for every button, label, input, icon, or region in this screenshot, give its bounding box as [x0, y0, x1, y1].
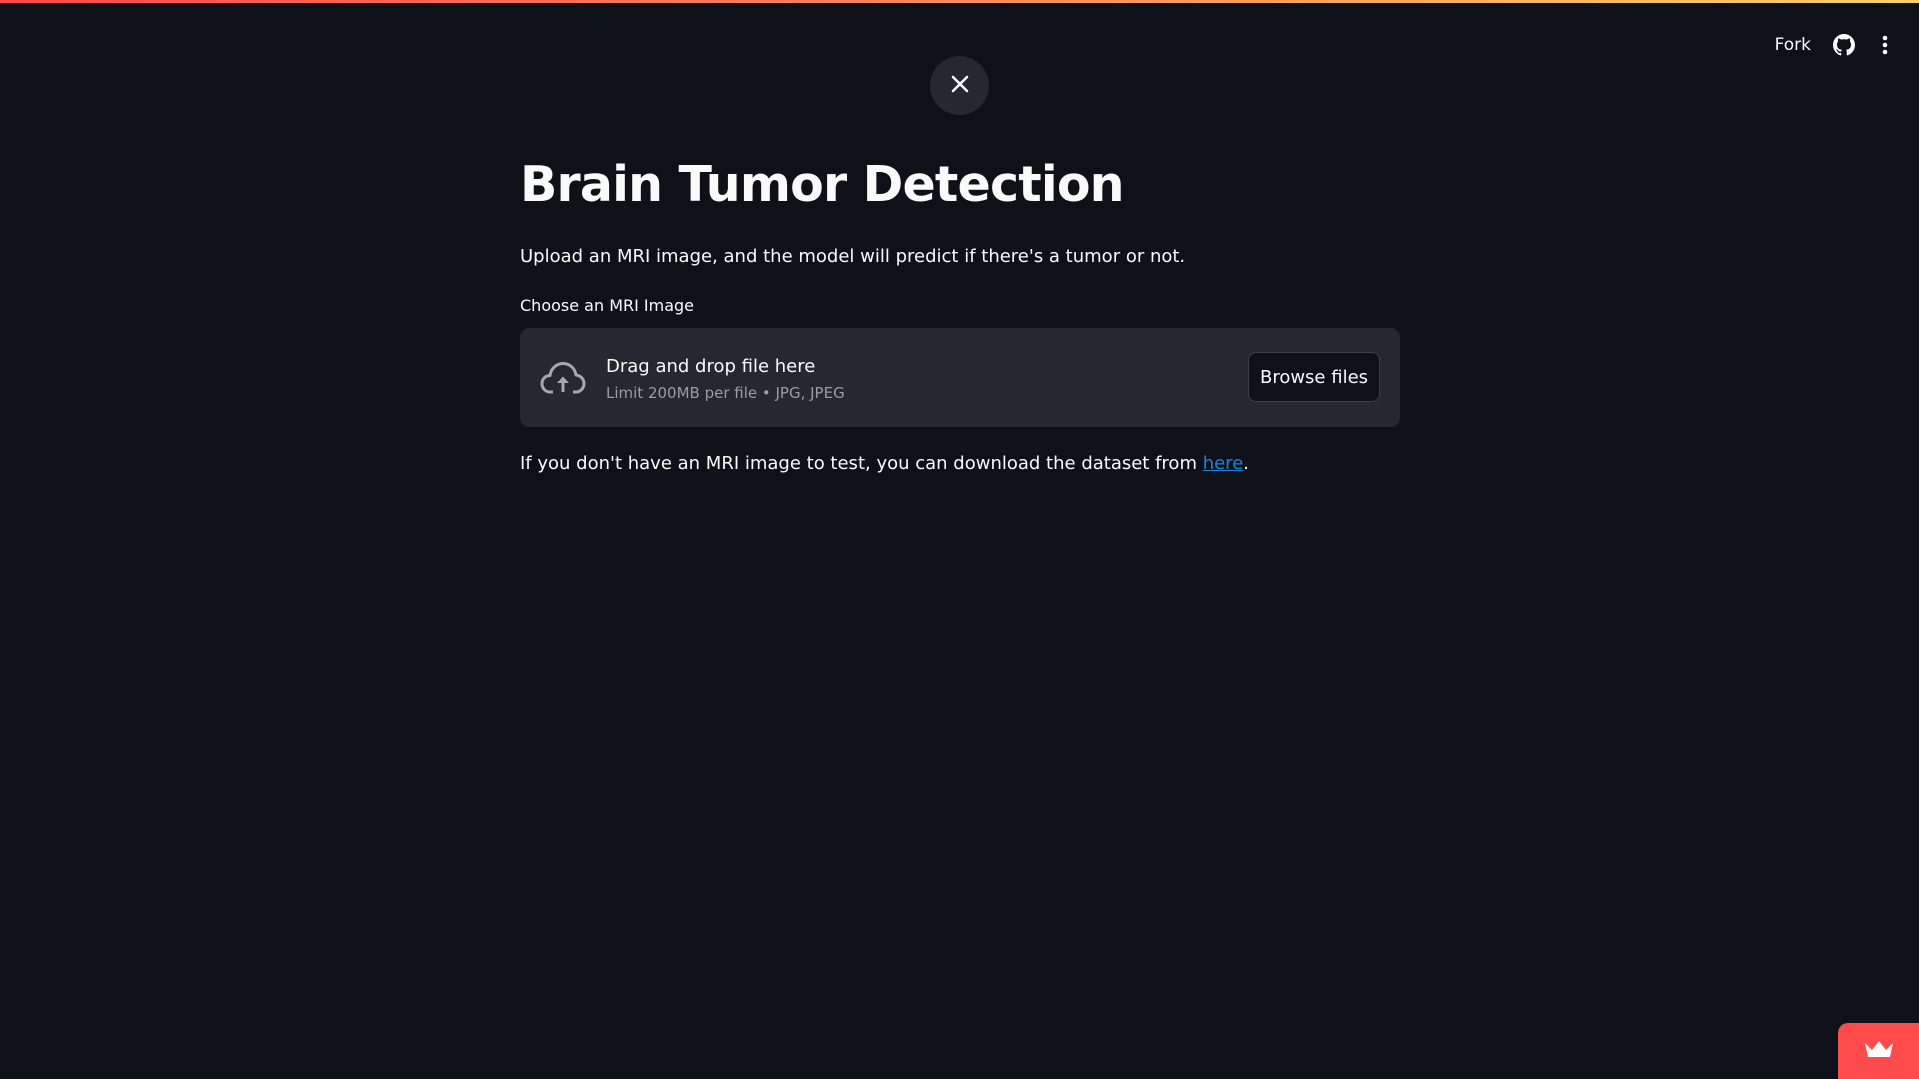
main-content: Brain Tumor Detection Upload an MRI imag… — [520, 140, 1400, 477]
dataset-download-link[interactable]: here — [1203, 453, 1244, 474]
dataset-note-text: If you don't have an MRI image to test, … — [520, 453, 1203, 474]
close-icon — [950, 74, 970, 98]
vertical-ellipsis-icon[interactable] — [1877, 34, 1893, 56]
dataset-note-suffix: . — [1243, 453, 1249, 474]
dropzone-limit-text: Limit 200MB per file • JPG, JPEG — [606, 383, 845, 402]
page-title: Brain Tumor Detection — [520, 156, 1125, 213]
streamlit-badge[interactable] — [1838, 1023, 1919, 1079]
page-description: Upload an MRI image, and the model will … — [520, 246, 1186, 267]
crown-icon — [1863, 1039, 1895, 1063]
top-decoration-bar — [0, 0, 1919, 3]
fork-link[interactable]: Fork — [1775, 35, 1811, 55]
cloud-upload-icon — [540, 358, 586, 398]
dropzone-instruction: Drag and drop file here — [606, 355, 816, 377]
dataset-note: If you don't have an MRI image to test, … — [520, 451, 1400, 477]
header-toolbar: Fork — [1775, 30, 1893, 60]
browse-files-button[interactable]: Browse files — [1248, 352, 1380, 402]
file-dropzone[interactable]: Drag and drop file here Limit 200MB per … — [520, 328, 1400, 427]
file-uploader-label: Choose an MRI Image — [520, 296, 695, 315]
github-icon[interactable] — [1833, 34, 1855, 56]
close-button[interactable] — [930, 56, 989, 115]
